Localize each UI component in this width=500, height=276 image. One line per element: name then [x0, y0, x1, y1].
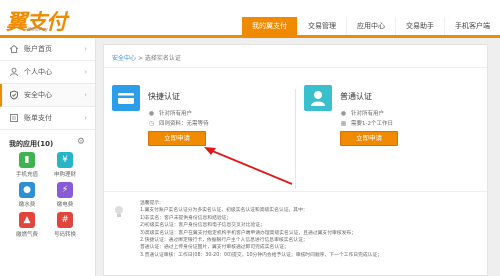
tip-line: 温馨提示: — [140, 201, 161, 206]
app-grid: ▮ 手机充值 ¥ 申购理财 ● 缴水费 ⚡ 缴电费 ▲ 缴燃气费 # 号码转换 — [0, 152, 95, 238]
tips-text: 温馨提示: 1.翼支付账户实名认证分为多实名认证、初级实名认证和高级实名认证，其… — [140, 200, 480, 259]
tip-line: 1.翼支付账户实名认证分为多实名认证、初级实名认证和高级实名认证，其中： — [140, 208, 308, 214]
tip-line: 1)非实名：客户未提供身份信息和结验证； — [140, 215, 232, 221]
chevron-right-icon: › — [84, 68, 87, 76]
lightbulb-icon — [114, 205, 124, 219]
water-icon: ● — [19, 182, 35, 198]
red-arrow-annotation — [204, 147, 293, 185]
tab-app-center[interactable]: 应用中心 — [346, 17, 395, 35]
user-icon: ● — [340, 109, 347, 117]
divider — [104, 67, 487, 68]
breadcrumb-separator: > — [137, 55, 143, 62]
tip-line: 2)初级实名认证：客户身份信息和电子信息交叉对比验证； — [140, 223, 265, 229]
chevron-right-icon: › — [84, 91, 87, 99]
shield-icon — [9, 90, 19, 100]
app-phone-recharge[interactable]: ▮ 手机充值 — [12, 152, 42, 178]
sidebar-item-label: 个人中心 — [24, 68, 52, 76]
card-info-row: ● 针对所有用户 — [148, 109, 193, 118]
number-icon: # — [57, 212, 73, 228]
tab-my-bestpay[interactable]: 我的翼支付 — [242, 17, 297, 35]
tab-transactions[interactable]: 交易管理 — [297, 17, 346, 35]
breadcrumb: 安全中心 > 选择实名认证 — [112, 53, 181, 62]
header: 翼支付 BestPay 我的翼支付 交易管理 应用中心 交易助手 手机客户端 — [0, 0, 500, 38]
tip-line: 2.快捷认证：通过绑定银行卡，依据银行户主个人信息进行信息审核实名认证； — [140, 238, 308, 244]
home-icon — [9, 44, 19, 54]
tab-assistant[interactable]: 交易助手 — [395, 17, 444, 35]
card-info-row: ▦ 需要1-2个工作日 — [340, 119, 393, 128]
user-icon: ● — [148, 109, 155, 117]
calendar-icon: ▦ — [340, 119, 347, 127]
top-nav: 我的翼支付 交易管理 应用中心 交易助手 手机客户端 — [242, 17, 500, 35]
card-info-row: ◷ 四则资料：无需等待 — [148, 119, 209, 128]
user-id-icon — [304, 85, 332, 111]
chevron-right-icon: › — [84, 45, 87, 53]
tip-line: 普通认证：通过上传身份证图片，翼支付审核通过即可完成实名认证； — [140, 245, 289, 251]
sidebar-item-bill-payment[interactable]: 账单支付 › — [0, 107, 95, 130]
bill-icon — [9, 113, 19, 123]
breadcrumb-current: 选择实名认证 — [144, 55, 181, 62]
tip-line: 3)高级实名认证：客户在翼支付指定机构手机客户端申请办理高级实名认证，且通过翼支… — [140, 230, 356, 236]
sidebar-item-account-home[interactable]: 账户首页 › — [0, 38, 95, 61]
sidebar: 账户首页 › 个人中心 › 安全中心 › 账单支付 › 我的应用(10) ⚙ ▮… — [0, 38, 96, 276]
card-title: 快捷认证 — [148, 92, 180, 101]
sidebar-item-label: 安全中心 — [24, 91, 52, 99]
tips-section: 温馨提示: 1.翼支付账户实名认证分为多实名认证、初级实名认证和高级实名认证，其… — [104, 193, 487, 276]
sidebar-item-label: 账单支付 — [24, 114, 52, 122]
sidebar-item-security-center[interactable]: 安全中心 › — [0, 84, 95, 107]
app-gas-fee[interactable]: ▲ 缴燃气费 — [12, 212, 42, 238]
app-finance[interactable]: ¥ 申购理财 — [50, 152, 80, 178]
clock-icon: ◷ — [148, 119, 155, 127]
logo-subtext: BestPay — [28, 27, 49, 33]
bestpay-logo[interactable]: 翼支付 BestPay — [6, 4, 76, 34]
apply-normal-verification-button[interactable]: 立即申请 — [340, 131, 398, 146]
normal-verification-card: 普通认证 ● 针对所有用户 ▦ 需要1-2个工作日 立即申请 — [296, 75, 486, 205]
electricity-icon: ⚡ — [57, 182, 73, 198]
my-apps-title: 我的应用(10) ⚙ — [9, 137, 85, 148]
user-icon — [9, 67, 19, 77]
breadcrumb-home-link[interactable]: 安全中心 — [112, 55, 136, 62]
apply-quick-verification-button[interactable]: 立即申请 — [148, 131, 206, 146]
app-number-transfer[interactable]: # 号码转换 — [50, 212, 80, 238]
gas-icon: ▲ — [19, 212, 35, 228]
phone-recharge-icon: ▮ — [19, 152, 35, 168]
bank-card-icon — [112, 85, 140, 111]
gear-icon[interactable]: ⚙ — [77, 137, 85, 147]
card-info-row: ● 针对所有用户 — [340, 109, 385, 118]
finance-icon: ¥ — [57, 152, 73, 168]
sidebar-item-personal-center[interactable]: 个人中心 › — [0, 61, 95, 84]
app-electricity-fee[interactable]: ⚡ 缴电费 — [50, 182, 80, 208]
tab-mobile-client[interactable]: 手机客户端 — [444, 17, 500, 35]
app-water-fee[interactable]: ● 缴水费 — [12, 182, 42, 208]
card-title: 普通认证 — [340, 92, 372, 101]
chevron-right-icon: › — [84, 114, 87, 122]
tip-line: 3.普通认证审核：工作日(08：30-20：00)提交，10分钟内会给予认证；审… — [140, 252, 383, 258]
sidebar-item-label: 账户首页 — [24, 45, 52, 53]
